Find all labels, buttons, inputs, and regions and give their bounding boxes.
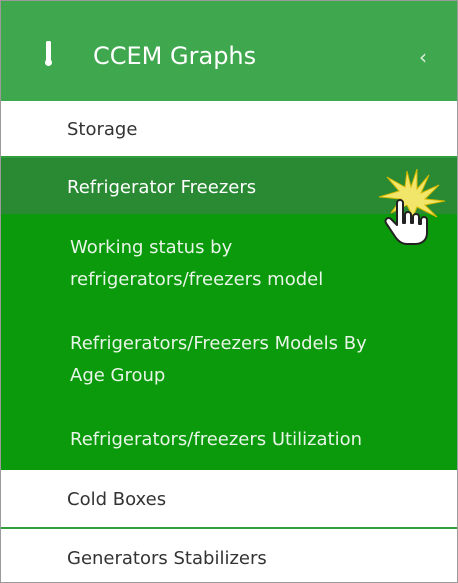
ccem-sidebar: CCEM Graphs ‹ Storage Refrigerator Freez… bbox=[0, 0, 458, 583]
submenu-item-label: Age Group bbox=[70, 365, 166, 386]
menu-item-label: Refrigerator Freezers bbox=[67, 177, 257, 198]
refrigerator-freezers-submenu: Working status by refrigerators/freezers… bbox=[1, 214, 457, 470]
menu-item-label: Generators Stabilizers bbox=[67, 548, 267, 569]
menu-item-generators-stabilizers[interactable]: Generators Stabilizers bbox=[1, 529, 457, 582]
submenu-item-label: Refrigerators/Freezers Models By bbox=[70, 333, 367, 354]
sidebar-title: CCEM Graphs bbox=[93, 42, 257, 70]
sidebar-header[interactable]: CCEM Graphs ‹ bbox=[1, 1, 457, 101]
menu-item-label: Storage bbox=[67, 119, 138, 140]
click-burst-icon bbox=[378, 168, 446, 219]
menu-item-cold-boxes[interactable]: Cold Boxes bbox=[1, 470, 457, 529]
submenu-item-label: Refrigerators/freezers Utilization bbox=[70, 429, 363, 450]
submenu-item-utilization[interactable]: Refrigerators/freezers Utilization bbox=[70, 424, 362, 456]
submenu-item-label: refrigerators/freezers model bbox=[70, 269, 324, 290]
submenu-item-working-status[interactable]: Working status by refrigerators/freezers… bbox=[70, 232, 323, 296]
menu-item-label: Cold Boxes bbox=[67, 489, 167, 510]
chevron-left-icon[interactable]: ‹ bbox=[419, 45, 427, 69]
submenu-item-label: Working status by bbox=[70, 237, 233, 258]
submenu-item-models-by-age-group[interactable]: Refrigerators/Freezers Models By Age Gro… bbox=[70, 328, 367, 392]
hand-pointer-click-icon bbox=[378, 168, 446, 245]
menu-item-storage[interactable]: Storage bbox=[1, 101, 457, 158]
thermometer-icon bbox=[45, 41, 52, 66]
